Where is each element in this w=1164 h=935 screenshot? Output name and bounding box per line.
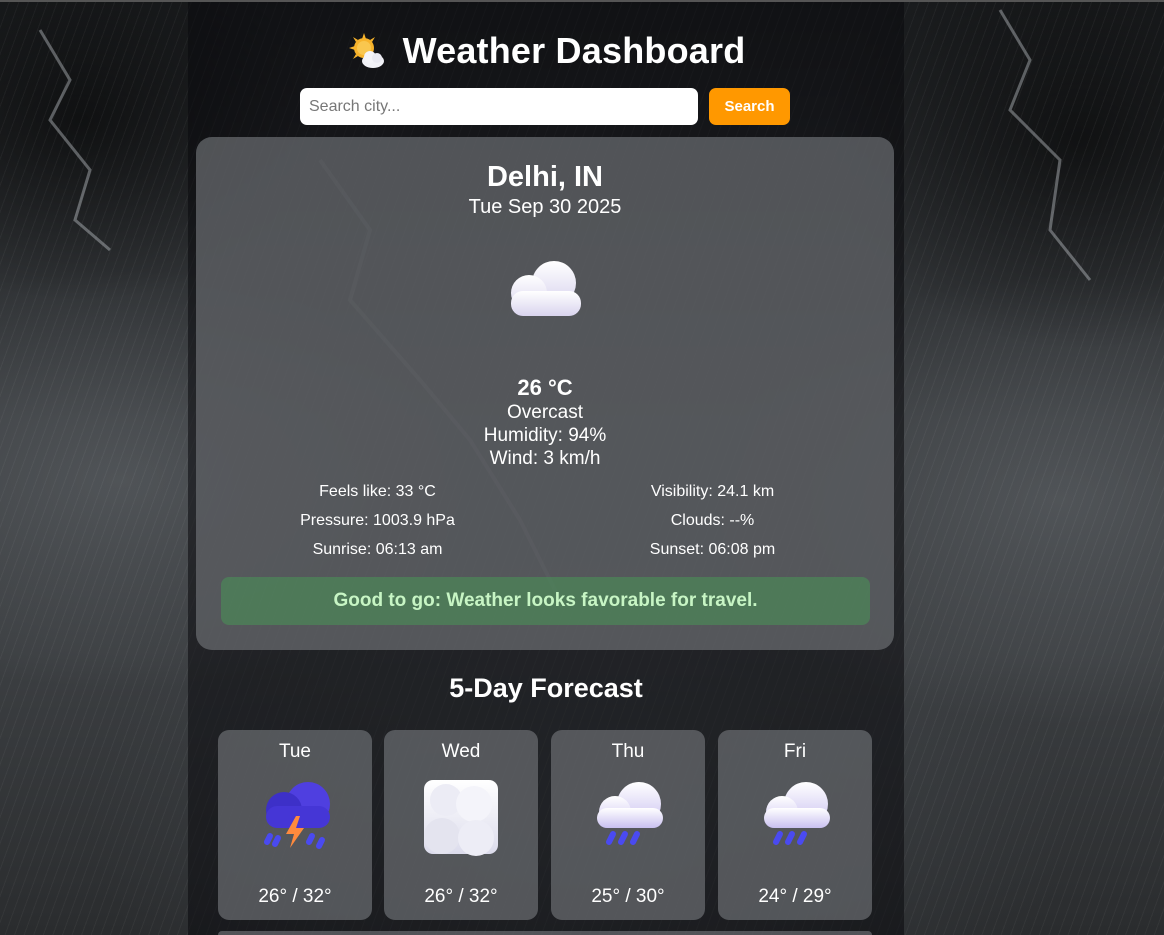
visibility-value: Visibility: 24.1 km <box>650 483 775 500</box>
search-bar: Search <box>300 88 790 125</box>
travel-advice-banner: Good to go: Weather looks favorable for … <box>221 577 870 625</box>
forecast-card[interactable]: Wed 26° / 32° <box>384 730 538 920</box>
current-temperature: 26 °C <box>517 375 573 400</box>
search-button[interactable]: Search <box>709 88 790 125</box>
search-input[interactable] <box>300 88 698 125</box>
forecast-temps: 26° / 32° <box>424 886 498 907</box>
forecast-day: Tue <box>278 741 312 762</box>
next-card-edge <box>218 931 872 935</box>
forecast-temps: 25° / 30° <box>591 886 665 907</box>
forecast-card[interactable]: Tue 26° / 32° <box>218 730 372 920</box>
feels-like-value: Feels like: 33 °C <box>319 483 436 500</box>
forecast-day: Thu <box>611 741 645 762</box>
page-header: Weather Dashboard <box>188 30 904 72</box>
forecast-day: Fri <box>783 741 807 762</box>
sunrise-value: Sunrise: 06:13 am <box>312 541 443 558</box>
current-weather-card: Delhi, IN Tue Sep 30 2025 26 °C Overcast… <box>196 137 894 650</box>
current-date: Tue Sep 30 2025 <box>468 196 622 218</box>
thunderstorm-icon <box>256 778 334 856</box>
window-top-border <box>0 0 1164 2</box>
rain-cloud-icon <box>756 778 834 856</box>
city-name: Delhi, IN <box>486 161 603 193</box>
sun-behind-cloud-icon <box>347 31 387 71</box>
page-title: Weather Dashboard <box>402 30 746 71</box>
pressure-value: Pressure: 1003.9 hPa <box>300 512 455 529</box>
sunset-value: Sunset: 06:08 pm <box>649 541 776 558</box>
current-wind: Wind: 3 km/h <box>489 448 601 469</box>
forecast-temps: 26° / 32° <box>258 886 332 907</box>
cloud-icon <box>499 255 589 325</box>
forecast-temps: 24° / 29° <box>758 886 832 907</box>
rain-cloud-icon <box>589 778 667 856</box>
forecast-card[interactable]: Thu 25° / 30° <box>551 730 705 920</box>
forecast-day: Wed <box>441 741 481 762</box>
clouds-value: Clouds: --% <box>670 512 755 529</box>
overcast-clouds-icon <box>422 778 500 856</box>
forecast-card[interactable]: Fri 24° / 29° <box>718 730 872 920</box>
current-humidity: Humidity: 94% <box>483 425 607 446</box>
forecast-heading: 5-Day Forecast <box>449 673 643 703</box>
current-condition: Overcast <box>506 402 584 423</box>
